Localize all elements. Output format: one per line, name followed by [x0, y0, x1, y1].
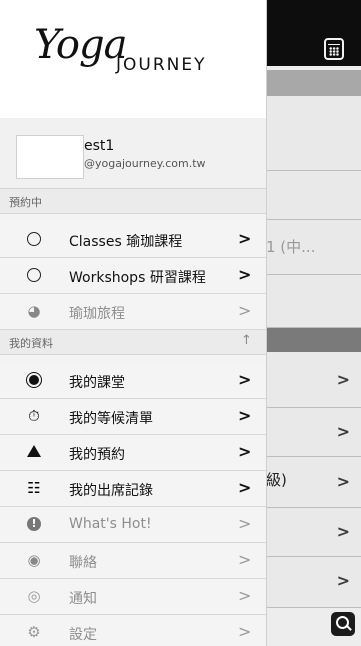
- menu-item-yoga-journey[interactable]: ◕ 瑜珈旅程 >: [0, 294, 266, 330]
- chat-bubble-icon: ◎: [27, 587, 41, 605]
- background-row-text: 1 (中...: [266, 238, 316, 256]
- chevron-right-icon: >: [238, 265, 252, 284]
- chevron-right-icon: >: [238, 442, 252, 461]
- section-header-booking: 預約中: [0, 189, 266, 214]
- menu-item-label: 瑜珈旅程: [69, 306, 125, 322]
- warning-triangle-icon: [27, 445, 41, 457]
- user-profile[interactable]: est1 @yogajourney.com.tw: [0, 118, 266, 189]
- menu-item-label: 聯絡: [69, 555, 97, 571]
- collapse-arrow-icon[interactable]: ↑: [241, 333, 252, 348]
- menu-item-waitlist[interactable]: ⏱ 我的等候清單 >: [0, 399, 266, 435]
- menu-item-settings[interactable]: ⚙ 設定 >: [0, 615, 266, 646]
- chevron-right-icon: >: [336, 370, 350, 389]
- menu-item-label: What's Hot!: [69, 516, 152, 532]
- menu-item-label: Classes 瑜珈課程: [69, 234, 183, 250]
- avatar: [16, 135, 84, 179]
- chevron-right-icon: >: [238, 514, 252, 533]
- chevron-right-icon: >: [238, 229, 252, 248]
- chevron-right-icon: >: [336, 422, 350, 441]
- checklist-icon: ☷: [27, 479, 41, 497]
- menu-item-whats-hot[interactable]: ! What's Hot! >: [0, 507, 266, 543]
- user-email: @yogajourney.com.tw: [84, 157, 206, 170]
- search-icon[interactable]: [331, 612, 355, 636]
- chevron-right-icon: >: [238, 301, 252, 320]
- menu-item-label: 我的課堂: [69, 375, 125, 391]
- menu-item-my-bookings[interactable]: 我的預約 >: [0, 435, 266, 471]
- chevron-right-icon: >: [238, 370, 252, 389]
- globe-icon: ◕: [27, 302, 41, 320]
- target-icon: [29, 375, 39, 385]
- menu-item-contact[interactable]: ◉ 聯絡 >: [0, 543, 266, 579]
- chevron-right-icon: >: [238, 586, 252, 605]
- menu-item-attendance[interactable]: ☷ 我的出席記錄 >: [0, 471, 266, 507]
- menu-item-classes[interactable]: Classes 瑜珈課程 >: [0, 222, 266, 258]
- radio-icon: [27, 232, 41, 246]
- menu-item-notifications[interactable]: ◎ 通知 >: [0, 579, 266, 615]
- chevron-right-icon: >: [336, 472, 350, 491]
- chevron-right-icon: >: [336, 571, 350, 590]
- chevron-right-icon: >: [336, 522, 350, 541]
- chevron-right-icon: >: [238, 622, 252, 641]
- section-header-my-data[interactable]: 我的資料 ↑: [0, 330, 266, 355]
- menu-item-label: 我的出席記錄: [69, 483, 153, 499]
- logo-script: Yoga: [34, 22, 127, 68]
- background-row-text: 級): [266, 471, 287, 489]
- menu-item-label: 設定: [69, 627, 97, 643]
- gear-icon: ⚙: [27, 623, 41, 641]
- chevron-right-icon: >: [238, 550, 252, 569]
- section-title: 預約中: [9, 196, 42, 209]
- radio-icon: [27, 268, 41, 282]
- menu-item-label: Workshops 研習課程: [69, 270, 206, 286]
- calendar-icon[interactable]: [324, 38, 344, 60]
- chevron-right-icon: >: [238, 406, 252, 425]
- menu-item-label: 我的預約: [69, 447, 125, 463]
- menu-item-label: 通知: [69, 591, 97, 607]
- user-name: est1: [84, 138, 115, 154]
- logo: Yoga JOURNEY: [0, 0, 266, 119]
- location-pin-icon: ◉: [27, 551, 41, 569]
- side-drawer: Yoga JOURNEY est1 @yogajourney.com.tw 預約…: [0, 0, 267, 646]
- exclamation-icon: !: [27, 517, 41, 531]
- menu-item-label: 我的等候清單: [69, 411, 153, 427]
- menu-item-workshops[interactable]: Workshops 研習課程 >: [0, 258, 266, 294]
- section-title: 我的資料: [9, 337, 53, 350]
- menu-item-my-classes[interactable]: 我的課堂 >: [0, 363, 266, 399]
- logo-word: JOURNEY: [116, 55, 207, 75]
- chevron-right-icon: >: [238, 478, 252, 497]
- stopwatch-icon: ⏱: [28, 407, 40, 425]
